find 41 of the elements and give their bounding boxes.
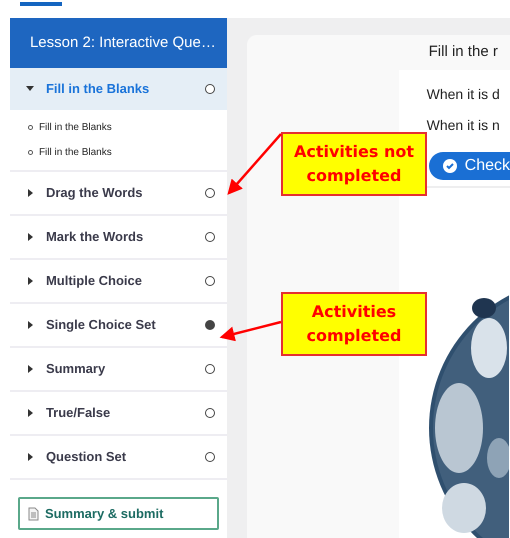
caret-down-icon	[26, 85, 34, 93]
sidebar-item[interactable]: Mark the Words	[10, 216, 227, 258]
check-button[interactable]: Check	[428, 152, 510, 180]
sidebar-item[interactable]: Single Choice Set	[10, 304, 227, 346]
caret-right-icon	[26, 277, 34, 285]
sidebar-item[interactable]: True/False	[10, 392, 227, 434]
callout-box: Activities completed	[281, 292, 427, 356]
lesson-title: Lesson 2: Interactive Que…	[10, 18, 227, 68]
caret-right-icon	[26, 409, 34, 417]
bullet-icon	[28, 125, 33, 130]
caret-right-icon	[26, 365, 34, 373]
sidebar-item[interactable]: Fill in the Blanks	[10, 68, 227, 110]
caret-right-icon	[26, 189, 34, 197]
item-label: Summary	[46, 360, 106, 378]
activity-title: Fill in the r	[428, 42, 498, 62]
callout-box: Activities not completed	[281, 132, 427, 196]
caret-right-icon	[26, 453, 34, 461]
arrow	[227, 133, 282, 195]
caret-right-icon	[26, 321, 34, 329]
check-circle-icon	[442, 159, 457, 173]
item-label: Fill in the Blanks	[46, 80, 150, 98]
sidebar-item[interactable]: Multiple Choice	[10, 260, 227, 302]
caret-right-icon	[26, 233, 34, 241]
item-label: Mark the Words	[46, 228, 144, 246]
summary-submit-button[interactable]: Summary & submit	[18, 497, 219, 530]
item-label: Question Set	[46, 448, 128, 466]
item-label: Single Choice Set	[46, 316, 157, 334]
item-label: True/False	[46, 404, 112, 422]
document-icon	[28, 506, 39, 520]
question-text: When it is n	[426, 116, 501, 135]
sidebar-item[interactable]: Drag the Words	[10, 172, 227, 214]
item-label: Multiple Choice	[46, 272, 143, 290]
sidebar-item[interactable]: Summary	[10, 348, 227, 390]
sidebar-item[interactable]: Question Set	[10, 436, 227, 478]
bullet-icon	[28, 150, 33, 155]
sub-item-link[interactable]: Fill in the Blanks	[38, 120, 112, 135]
arrow	[220, 320, 282, 342]
sub-item-link[interactable]: Fill in the Blanks	[38, 145, 112, 160]
tab-indicator	[20, 2, 62, 6]
item-label: Drag the Words	[46, 184, 144, 202]
question-text: When it is d	[426, 85, 501, 104]
